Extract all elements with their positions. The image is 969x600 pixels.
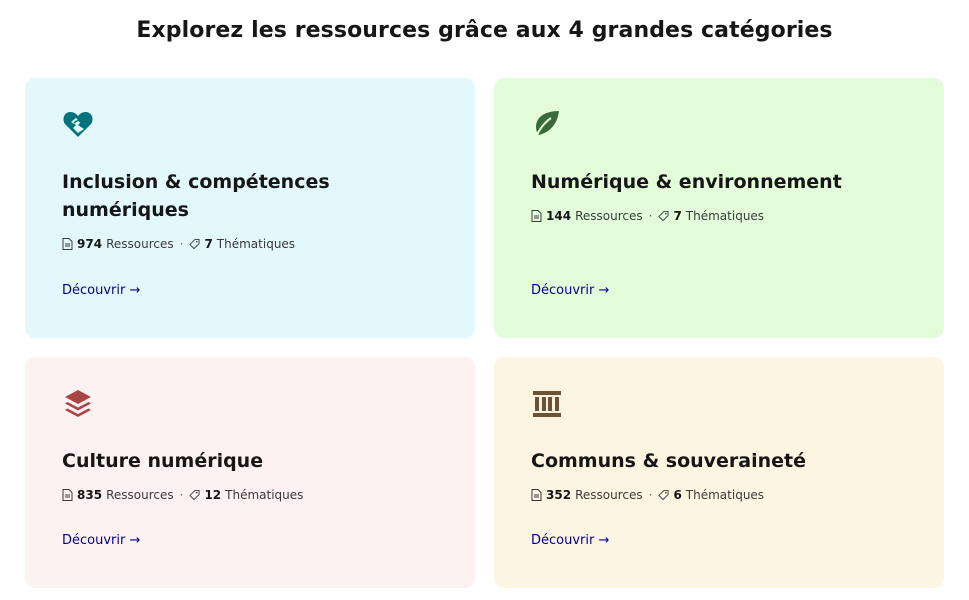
card-title: Inclusion & compétences numériques [62, 171, 330, 221]
resources-count: 835 [77, 488, 103, 502]
themes-label: Thématiques [225, 488, 304, 502]
meta-separator: · [179, 237, 184, 251]
themes-count: 12 [204, 488, 222, 502]
document-icon [62, 238, 73, 250]
document-icon [531, 210, 542, 222]
resources-label: Ressources [106, 488, 174, 502]
card-title: Culture numérique [62, 450, 264, 472]
layers-icon [65, 390, 91, 417]
tag-icon [189, 489, 200, 501]
category-card-environment[interactable]: Numérique & environnement 144 Ressources… [494, 78, 944, 338]
resources-label: Ressources [575, 209, 643, 223]
section-heading: Explorez les ressources grâce aux 4 gran… [136, 18, 833, 43]
card-title: Numérique & environnement [531, 171, 842, 193]
handshake-heart-icon [63, 112, 93, 137]
themes-count: 6 [673, 488, 682, 502]
government-building-icon [533, 391, 561, 417]
category-card-culture[interactable]: Culture numérique 835 Ressources · 12 Th… [25, 357, 475, 588]
tag-icon [658, 210, 669, 222]
tag-icon [658, 489, 669, 501]
card-meta: 974 Ressources · 7 Thématiques [62, 237, 295, 251]
themes-count: 7 [673, 209, 682, 223]
discover-link[interactable]: Découvrir → [531, 533, 609, 548]
category-card-commons[interactable]: Communs & souveraineté 352 Ressources · … [494, 357, 944, 588]
resources-count: 144 [546, 209, 572, 223]
discover-link[interactable]: Découvrir → [531, 283, 609, 298]
resources-label: Ressources [575, 488, 643, 502]
discover-link[interactable]: Découvrir → [62, 533, 140, 548]
tag-icon [189, 238, 200, 250]
themes-label: Thématiques [685, 488, 765, 502]
resources-label: Ressources [106, 237, 174, 251]
meta-separator: · [648, 488, 653, 502]
resources-count: 974 [77, 237, 103, 251]
card-meta: 352 Ressources · 6 Thématiques [531, 488, 764, 502]
category-card-inclusion[interactable]: Inclusion & compétences numériques 974 R… [25, 78, 475, 338]
card-title: Communs & souveraineté [531, 450, 806, 472]
categories-section: Explorez les ressources grâce aux 4 gran… [0, 0, 969, 600]
resources-count: 352 [546, 488, 572, 502]
document-icon [62, 489, 73, 501]
card-meta: 835 Ressources · 12 Thématiques [62, 488, 303, 502]
card-meta: 144 Ressources · 7 Thématiques [531, 209, 764, 223]
meta-separator: · [179, 488, 184, 502]
themes-count: 7 [204, 237, 213, 251]
document-icon [531, 489, 542, 501]
leaf-icon [535, 111, 559, 138]
themes-label: Thématiques [216, 237, 296, 251]
themes-label: Thématiques [685, 209, 765, 223]
discover-link[interactable]: Découvrir → [62, 283, 140, 298]
meta-separator: · [648, 209, 653, 223]
